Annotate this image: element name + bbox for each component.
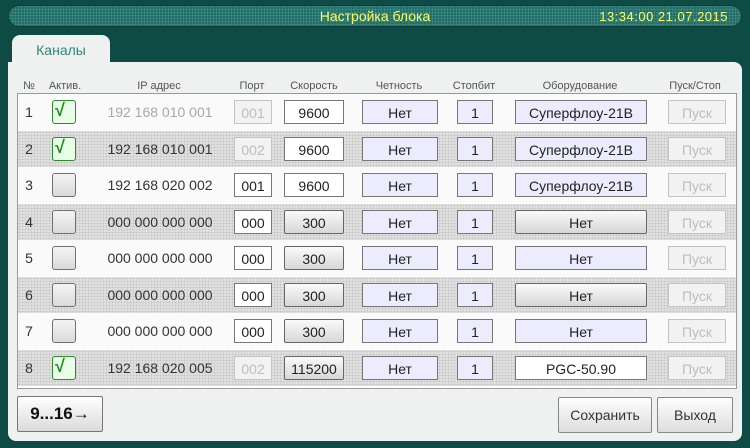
stopbit-button[interactable]: 1 (457, 209, 493, 234)
equipment-button[interactable]: PGC-50.90 (515, 355, 647, 380)
active-checkbox[interactable] (52, 282, 76, 307)
parity-button[interactable]: Нет (362, 355, 438, 380)
start-button[interactable]: Пуск (668, 319, 726, 343)
ip-address: 000 000 000 000 (107, 323, 213, 339)
header-port: Порт (239, 80, 265, 92)
speed-field[interactable]: 300 (284, 246, 344, 270)
equipment-button[interactable]: Суперфлоу-21В (515, 173, 647, 197)
ip-address: 192 168 010 001 (107, 104, 213, 120)
active-checkbox[interactable] (52, 246, 76, 270)
header-speed: Скорость (290, 80, 338, 92)
clock: 13:34:00 21.07.2015 (599, 9, 728, 24)
table-row: 2 √ 192 168 010 001 002 9600 Нет 1 Супер… (18, 130, 736, 167)
table-row: 6 000 000 000 000 000 300 Нет 1 Нет Пуск (18, 276, 736, 313)
equipment-button[interactable]: Нет (515, 319, 647, 343)
check-icon: √ (55, 100, 65, 120)
speed-field[interactable]: 300 (284, 282, 344, 307)
start-button[interactable]: Пуск (668, 355, 726, 380)
ip-address: 000 000 000 000 (107, 286, 213, 303)
check-icon: √ (55, 355, 65, 376)
equipment-button[interactable]: Нет (515, 282, 647, 307)
ip-address: 000 000 000 000 (107, 250, 213, 266)
stopbit-button[interactable]: 1 (457, 173, 493, 197)
port-field[interactable]: 002 (234, 355, 272, 380)
stopbit-button[interactable]: 1 (457, 319, 493, 343)
port-field[interactable]: 000 (234, 209, 272, 234)
active-checkbox[interactable] (52, 173, 76, 197)
table-row: 3 192 168 020 002 001 9600 Нет 1 Суперфл… (18, 167, 736, 203)
speed-field[interactable]: 9600 (284, 136, 344, 161)
equipment-button[interactable]: Нет (515, 209, 647, 234)
ip-address: 000 000 000 000 (107, 213, 213, 230)
equipment-button[interactable]: Нет (515, 246, 647, 270)
title-bar: Настройка блока 13:34:00 21.07.2015 (8, 5, 742, 27)
header-startstop: Пуск/Стоп (669, 80, 721, 92)
stopbit-button[interactable]: 1 (457, 355, 493, 380)
port-field[interactable]: 001 (234, 100, 272, 124)
stopbit-button[interactable]: 1 (457, 282, 493, 307)
ip-address: 192 168 020 005 (107, 359, 213, 376)
tab-channels[interactable]: Каналы (12, 35, 110, 65)
parity-button[interactable]: Нет (362, 246, 438, 270)
header-active: Актив. (48, 80, 82, 92)
port-field[interactable]: 000 (234, 319, 272, 343)
row-number: 3 (25, 177, 33, 193)
header-stopbit: Стопбит (452, 80, 496, 92)
stopbit-button[interactable]: 1 (457, 136, 493, 161)
row-number: 6 (25, 286, 33, 303)
row-number: 5 (25, 250, 33, 266)
stopbit-button[interactable]: 1 (457, 246, 493, 270)
parity-button[interactable]: Нет (362, 173, 438, 197)
start-button[interactable]: Пуск (668, 100, 726, 124)
ip-address: 192 168 020 002 (107, 177, 213, 193)
speed-field[interactable]: 9600 (284, 100, 344, 124)
speed-field[interactable]: 115200 (284, 355, 344, 380)
row-number: 2 (25, 140, 33, 157)
active-checkbox[interactable]: √ (52, 100, 76, 124)
start-button[interactable]: Пуск (668, 246, 726, 270)
speed-field[interactable]: 300 (284, 209, 344, 234)
start-button[interactable]: Пуск (668, 209, 726, 234)
equipment-button[interactable]: Суперфлоу-21В (515, 136, 647, 161)
save-button[interactable]: Сохранить (558, 397, 652, 433)
active-checkbox[interactable] (52, 209, 76, 234)
row-number: 8 (25, 359, 33, 376)
table-row: 1 √ 192 168 010 001 001 9600 Нет 1 Супер… (18, 94, 736, 130)
parity-button[interactable]: Нет (362, 100, 438, 124)
table-row: 8 √ 192 168 020 005 002 115200 Нет 1 PGC… (18, 349, 736, 386)
speed-field[interactable]: 9600 (284, 173, 344, 197)
row-number: 1 (25, 104, 33, 120)
speed-field[interactable]: 300 (284, 319, 344, 343)
header-parity: Четность (375, 80, 423, 92)
active-checkbox[interactable]: √ (52, 355, 76, 380)
table-row: 5 000 000 000 000 000 300 Нет 1 Нет Пуск (18, 240, 736, 276)
start-button[interactable]: Пуск (668, 282, 726, 307)
parity-button[interactable]: Нет (362, 319, 438, 343)
parity-button[interactable]: Нет (362, 282, 438, 307)
start-button[interactable]: Пуск (668, 136, 726, 161)
table-row: 7 000 000 000 000 000 300 Нет 1 Нет Пуск (18, 313, 736, 349)
port-field[interactable]: 002 (234, 136, 272, 161)
port-field[interactable]: 001 (234, 173, 272, 197)
header-ip: IP адрес (137, 80, 181, 92)
port-field[interactable]: 000 (234, 282, 272, 307)
stopbit-button[interactable]: 1 (457, 100, 493, 124)
parity-button[interactable]: Нет (362, 136, 438, 161)
start-button[interactable]: Пуск (668, 173, 726, 197)
header-equipment: Оборудование (542, 80, 618, 92)
channels-table: 1 √ 192 168 010 001 001 9600 Нет 1 Супер… (17, 93, 737, 389)
next-page-button[interactable]: 9...16→ (17, 396, 103, 432)
parity-button[interactable]: Нет (362, 209, 438, 234)
row-number: 7 (25, 323, 33, 339)
port-field[interactable]: 000 (234, 246, 272, 270)
table-row: 4 000 000 000 000 000 300 Нет 1 Нет Пуск (18, 203, 736, 240)
active-checkbox[interactable] (52, 319, 76, 343)
ip-address: 192 168 010 001 (107, 140, 213, 157)
active-checkbox[interactable]: √ (52, 136, 76, 161)
row-number: 4 (25, 213, 33, 230)
exit-button[interactable]: Выход (657, 397, 733, 433)
header-num: № (23, 80, 35, 92)
equipment-button[interactable]: Суперфлоу-21В (515, 100, 647, 124)
check-icon: √ (55, 136, 65, 157)
